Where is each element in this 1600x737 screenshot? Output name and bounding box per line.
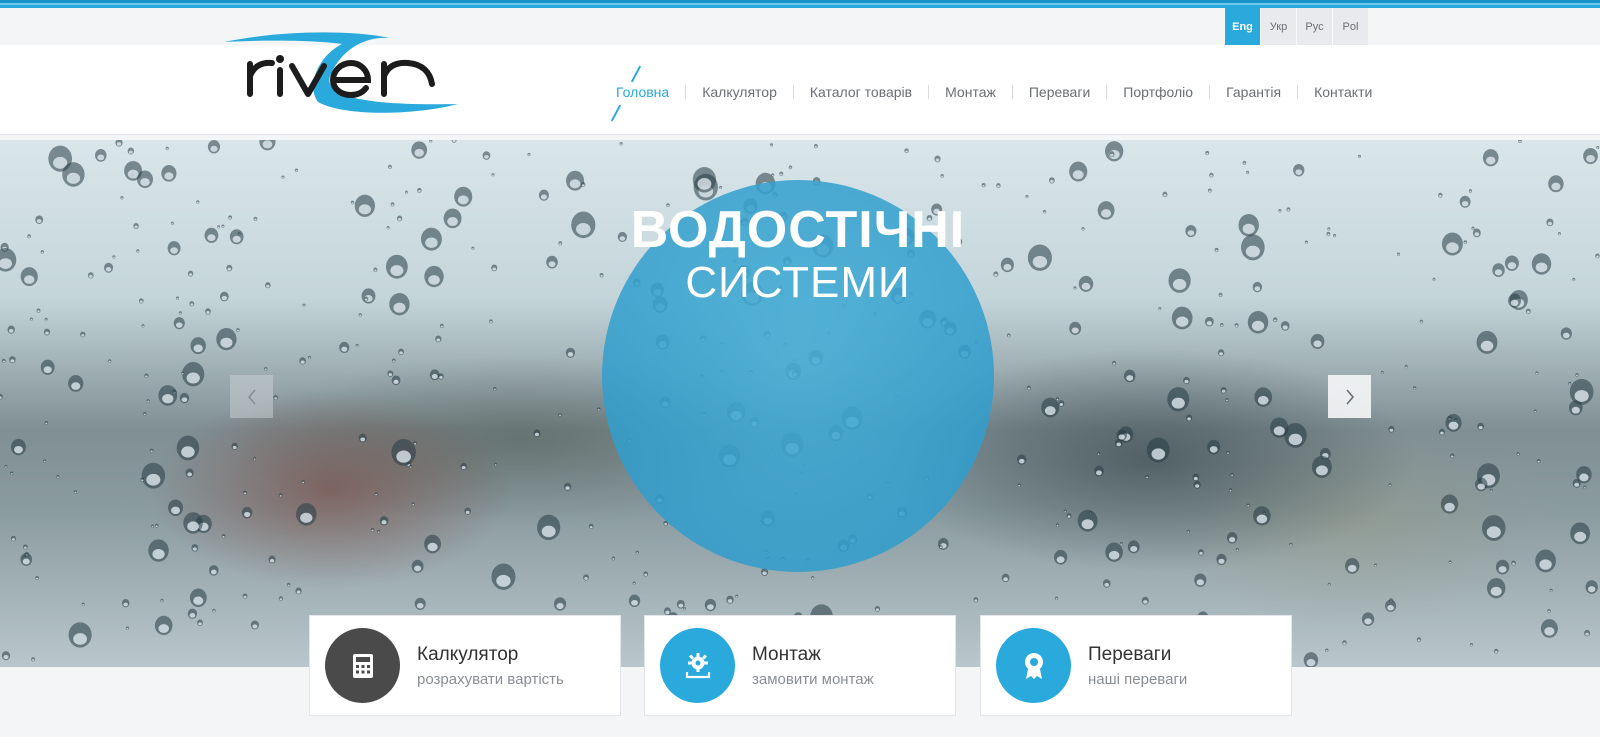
nav-contacts[interactable]: Контакти [1298, 84, 1388, 100]
card-title: Калкулятор [417, 643, 519, 665]
card-text: Монтаж замовити монтаж [752, 644, 874, 688]
card-calculator[interactable]: Калкулятор розрахувати вартість [309, 615, 621, 716]
nav-installation[interactable]: Монтаж [929, 84, 1012, 100]
card-subtitle: розрахувати вартість [417, 670, 564, 688]
card-advantages[interactable]: Переваги наші переваги [980, 615, 1292, 716]
nav-portfolio[interactable]: Портфоліо [1107, 84, 1209, 100]
main-nav: Головна Калкулятор Каталог товарів Монта… [600, 65, 1388, 122]
chevron-right-icon [1345, 388, 1354, 405]
hero-subtitle: СИСТЕМИ [685, 258, 911, 307]
lang-eng[interactable]: Eng [1224, 8, 1260, 45]
lang-rus[interactable]: Рус [1296, 8, 1332, 45]
nav-catalog[interactable]: Каталог товарів [794, 84, 928, 100]
chevron-left-icon [247, 388, 256, 405]
river-logo[interactable] [222, 32, 474, 114]
slider-prev-button[interactable] [230, 375, 273, 418]
lang-pol[interactable]: Pol [1332, 8, 1368, 45]
nav-warranty[interactable]: Гарантія [1210, 84, 1297, 100]
card-installation[interactable]: Монтаж замовити монтаж [644, 615, 956, 716]
award-icon [996, 628, 1071, 703]
slider-next-button[interactable] [1328, 375, 1371, 418]
card-subtitle: замовити монтаж [752, 670, 874, 688]
nav-advantages[interactable]: Переваги [1013, 84, 1106, 100]
gear-icon [660, 628, 735, 703]
card-text: Переваги наші переваги [1088, 644, 1187, 688]
calculator-icon [325, 628, 400, 703]
nav-home[interactable]: Головна [600, 65, 685, 122]
hero-title: ВОДОСТІЧНІ [630, 201, 966, 259]
card-subtitle: наші переваги [1088, 670, 1188, 688]
card-title: Переваги [1088, 643, 1172, 665]
language-switcher: Eng Укр Рус Pol [1224, 8, 1368, 45]
lang-ukr[interactable]: Укр [1260, 8, 1296, 45]
card-text: Калкулятор розрахувати вартість [417, 644, 564, 688]
card-title: Монтаж [752, 643, 821, 665]
nav-home-label: Головна [616, 84, 670, 100]
top-accent-bar [0, 0, 1600, 8]
nav-calculator[interactable]: Калкулятор [686, 84, 793, 100]
